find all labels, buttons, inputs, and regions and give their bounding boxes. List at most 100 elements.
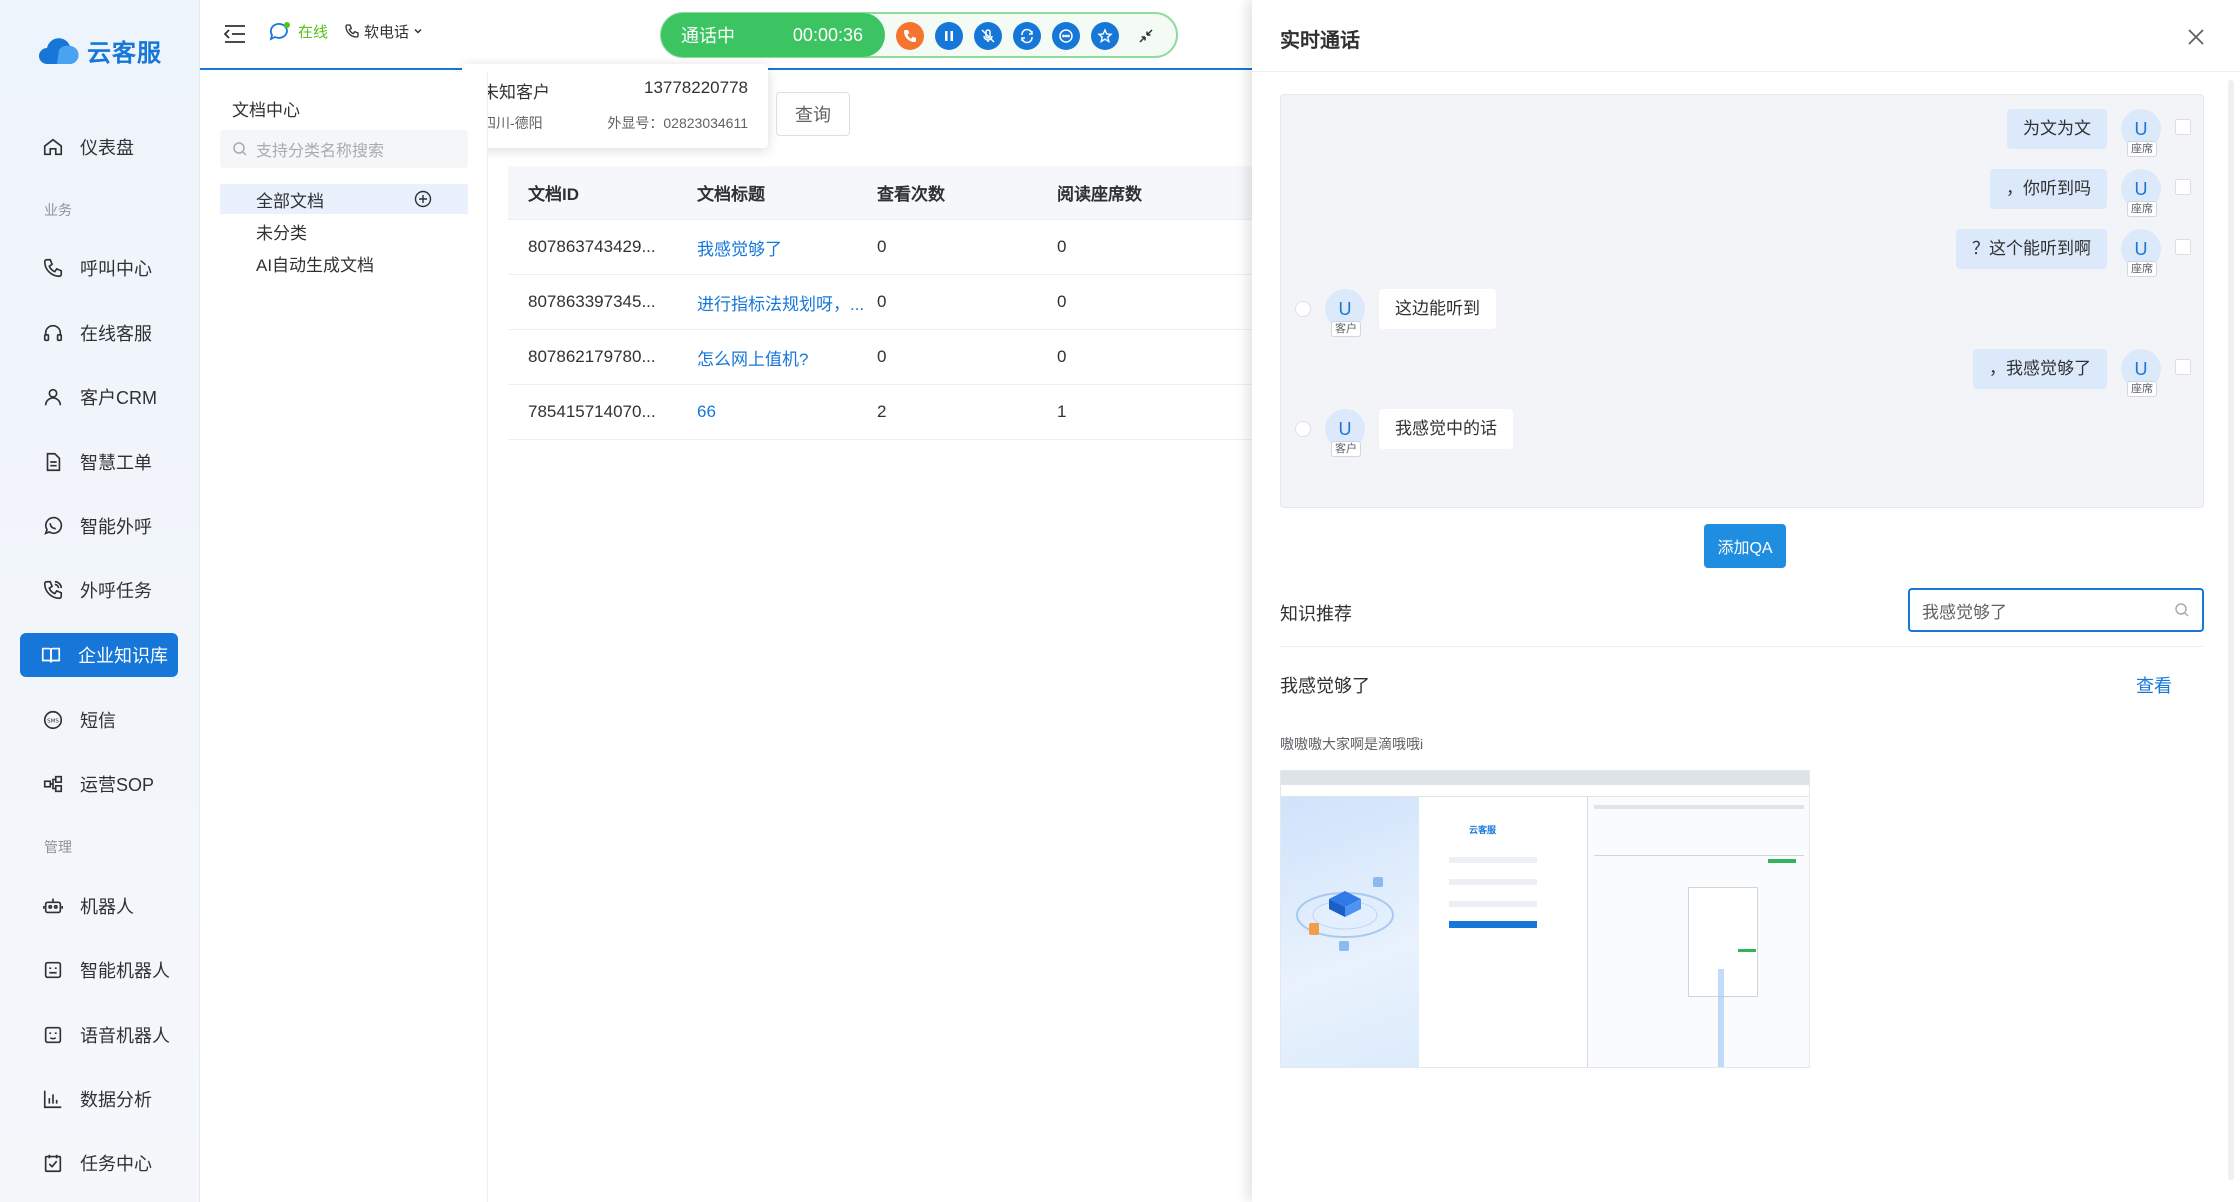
- status-text: 在线: [298, 23, 329, 41]
- task-icon: [44, 1154, 62, 1173]
- agent-status[interactable]: 在线 软电话: [268, 20, 423, 42]
- cell-readers: 0: [1057, 237, 1067, 256]
- message-checkbox[interactable]: [2175, 359, 2191, 375]
- sidebar-item-smart-outbound[interactable]: 智能外呼: [20, 504, 178, 548]
- sidebar-item-smart-robot[interactable]: 智能机器人: [20, 948, 178, 992]
- tree-item-label: 未分类: [256, 223, 307, 243]
- thumb-url-bar: [1281, 785, 1809, 797]
- add-qa-button[interactable]: 添加QA: [1704, 524, 1786, 568]
- sidebar-item-dashboard[interactable]: 仪表盘: [20, 125, 178, 169]
- phone-mode-select[interactable]: 软电话: [344, 21, 423, 42]
- category-search-input[interactable]: 支持分类名称搜索: [220, 130, 468, 168]
- hold-button[interactable]: [935, 22, 963, 50]
- sidebar-item-knowledge-base[interactable]: 企业知识库: [20, 633, 178, 677]
- sidebar-item-sms[interactable]: SMS 短信: [20, 698, 178, 742]
- sidebar-item-label: 仪表盘: [80, 138, 134, 158]
- sidebar: 云客服 仪表盘 业务 呼叫中心 在线客服 客户CRM 智慧工单 智能外呼 外呼任…: [0, 0, 200, 1202]
- knowledge-search-input[interactable]: 我感觉够了: [1908, 588, 2204, 632]
- close-icon[interactable]: [2187, 28, 2205, 46]
- avatar-role-tag: 座席: [2127, 141, 2157, 157]
- view-link[interactable]: 查看: [2136, 672, 2172, 698]
- flow-icon: [43, 775, 63, 793]
- query-button[interactable]: 查询: [776, 92, 850, 136]
- sidebar-item-robot[interactable]: 机器人: [20, 884, 178, 928]
- app-logo-text: 云客服: [87, 40, 162, 67]
- pause-icon: [945, 31, 953, 41]
- tree-item-label: 全部文档: [256, 191, 324, 211]
- cell-doc-title-link[interactable]: 66: [693, 402, 873, 422]
- hangup-button[interactable]: [896, 22, 924, 50]
- message-bubble: 我感觉中的话: [1379, 409, 1513, 449]
- drawer-title: 实时通话: [1280, 30, 1360, 52]
- sidebar-item-crm[interactable]: 客户CRM: [20, 375, 178, 419]
- thumb-login-button: [1449, 921, 1537, 928]
- sidebar-item-smart-ticket[interactable]: 智慧工单: [20, 440, 178, 484]
- sidebar-item-label: 任务中心: [80, 1154, 152, 1174]
- tree-item-ai-docs[interactable]: AI自动生成文档: [220, 248, 468, 278]
- call-status-pill[interactable]: 通话中 00:00:36: [661, 13, 885, 57]
- message-checkbox[interactable]: [2175, 179, 2191, 195]
- sidebar-item-data-analysis[interactable]: 数据分析: [20, 1077, 178, 1121]
- tree-item-uncategorized[interactable]: 未分类: [220, 216, 468, 246]
- message-bubble: 这边能听到: [1379, 289, 1496, 329]
- table-row: 807863397345... 进行指标法规划呀，... 0 0: [508, 275, 1252, 330]
- table-row: 785415714070... 66 2 1: [508, 385, 1252, 440]
- sidebar-item-task-center[interactable]: 任务中心: [20, 1141, 178, 1185]
- app-logo[interactable]: 云客服: [37, 33, 162, 68]
- bot-icon: [44, 961, 62, 979]
- sidebar-item-label: 智能外呼: [80, 517, 152, 537]
- transcript-message-agent: 为文为文 U 座席: [2007, 109, 2191, 157]
- message-bubble: 为文为文: [2007, 109, 2107, 149]
- home-icon: [43, 138, 63, 156]
- add-category-icon[interactable]: [414, 190, 432, 208]
- collapse-button[interactable]: [1132, 22, 1160, 50]
- message-checkbox[interactable]: [2175, 119, 2191, 135]
- sidebar-item-label: 客户CRM: [80, 388, 157, 408]
- sidebar-item-outbound-task[interactable]: 外呼任务: [20, 568, 178, 612]
- table-row: 807862179780... 怎么网上值机? 0 0: [508, 330, 1252, 385]
- sidebar-item-label: 语音机器人: [80, 1026, 170, 1046]
- search-icon[interactable]: [2174, 602, 2190, 618]
- avatar-letter: U: [2134, 178, 2148, 199]
- tree-item-label: AI自动生成文档: [256, 255, 375, 275]
- message-radio[interactable]: [1295, 421, 1311, 437]
- menu-fold-icon[interactable]: [224, 24, 246, 44]
- message-radio[interactable]: [1295, 301, 1311, 317]
- whatsapp-icon: [44, 516, 63, 535]
- knowledge-screenshot-image[interactable]: 云客服: [1280, 770, 1810, 1068]
- mute-button[interactable]: [974, 22, 1002, 50]
- avatar: U 座席: [2121, 229, 2161, 277]
- cell-doc-title-link[interactable]: 我感觉够了: [693, 235, 873, 260]
- message-checkbox[interactable]: [2175, 239, 2191, 255]
- cell-views: 2: [877, 402, 887, 421]
- col-reader-count: 阅读座席数: [1057, 185, 1142, 204]
- sidebar-item-call-center[interactable]: 呼叫中心: [20, 246, 178, 290]
- divider: [1280, 646, 2204, 647]
- sidebar-item-voice-robot[interactable]: 语音机器人: [20, 1013, 178, 1057]
- knowledge-result-desc: 嗷嗷嗷大家啊是滴哦哦i: [1280, 736, 1424, 752]
- cell-doc-id: 807863397345...: [528, 292, 656, 311]
- table-header: 文档ID 文档标题 查看次数 阅读座席数: [508, 166, 1252, 220]
- drawer-scrollbar[interactable]: [2228, 80, 2234, 1180]
- sidebar-item-label: 数据分析: [80, 1090, 152, 1110]
- sidebar-item-online-service[interactable]: 在线客服: [20, 311, 178, 355]
- chat-status-icon: [269, 22, 290, 41]
- thumb-waterfall-bar: [1738, 949, 1756, 952]
- sidebar-item-sop[interactable]: 运营SOP: [20, 762, 178, 806]
- headset-icon: [43, 324, 63, 342]
- sidebar-item-label: 在线客服: [80, 324, 152, 344]
- thumb-waterfall-bar: [1768, 859, 1796, 863]
- avatar: U 客户: [1325, 409, 1365, 457]
- tree-item-all-docs[interactable]: 全部文档: [220, 184, 468, 214]
- cell-doc-title-link[interactable]: 进行指标法规划呀，...: [693, 290, 873, 315]
- avatar: U 客户: [1325, 289, 1365, 337]
- favorite-button[interactable]: [1091, 22, 1119, 50]
- message-bubble: ，你听到吗: [1990, 169, 2107, 209]
- voice-bot-icon: [44, 1026, 62, 1044]
- caller-number: 13778220778: [643, 78, 748, 97]
- transfer-button[interactable]: [1013, 22, 1041, 50]
- robot-icon: [43, 898, 63, 914]
- user-icon: [44, 388, 62, 406]
- cell-doc-title-link[interactable]: 怎么网上值机?: [693, 345, 873, 370]
- chat-button[interactable]: [1052, 22, 1080, 50]
